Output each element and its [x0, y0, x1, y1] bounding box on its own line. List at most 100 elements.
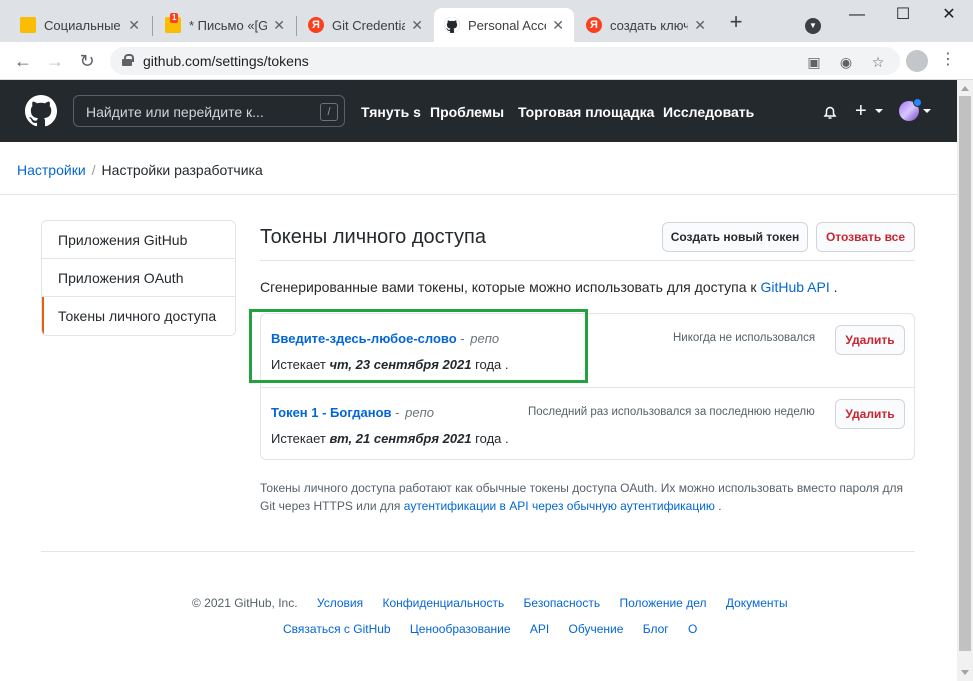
intro-end: . [833, 279, 838, 295]
nav-explore[interactable]: Исследовать [663, 104, 754, 120]
title-divider [260, 260, 915, 261]
profile-avatar-icon[interactable] [906, 50, 928, 72]
api-auth-link[interactable]: аутентификации в API через обычную аутен… [404, 499, 715, 513]
gmail-icon [20, 17, 36, 33]
status-dot-icon [913, 98, 922, 107]
intro-text: Сгенерированные вами токены, которые мож… [260, 279, 838, 295]
footer-links-row2: Связаться с GitHub Ценообразование API О… [283, 622, 713, 636]
delete-token-button[interactable]: Удалить [835, 325, 905, 355]
tab-separator [296, 16, 297, 36]
breadcrumb-separator: / [91, 162, 96, 178]
close-tab-icon[interactable]: ✕ [128, 17, 140, 34]
create-new-plus-icon[interactable]: + [855, 100, 867, 123]
tab-search-icon[interactable]: ▼ [805, 18, 821, 34]
footer-divider [41, 551, 915, 552]
lock-icon [122, 54, 134, 66]
tab-separator [152, 16, 153, 36]
footer-link-privacy[interactable]: Конфиденциальность [382, 596, 504, 610]
menu-item-github-apps[interactable]: Приложения GitHub [42, 221, 235, 259]
revoke-all-button[interactable]: Отозвать все [816, 222, 915, 252]
footer-link-training[interactable]: Обучение [569, 622, 624, 636]
footer-link-pricing[interactable]: Ценообразование [410, 622, 511, 636]
footer-link-security[interactable]: Безопасность [524, 596, 601, 610]
browser-toolbar: ← → ↻ github.com/settings/tokens ▣ ◉ ☆ ⋮ [0, 42, 973, 80]
token-name-link[interactable]: Токен 1 - Богданов [271, 405, 392, 420]
maximize-icon[interactable]: ☐ [888, 4, 918, 26]
footer-link-contact[interactable]: Связаться с GitHub [283, 622, 391, 636]
yandex-icon: Я [586, 17, 602, 33]
token-row: Токен 1 - Богданов - репо Истекает вт, 2… [261, 387, 914, 460]
token-last-used: Последний раз использовался за последнюю… [528, 406, 815, 418]
token-last-used: Никогда не использовался [673, 332, 816, 344]
generate-token-button[interactable]: Создать новый токен [662, 222, 808, 252]
page-scrollbar[interactable] [957, 80, 973, 681]
footer-link-docs[interactable]: Документы [726, 596, 788, 610]
token-name-line: Токен 1 - Богданов - репо [271, 405, 434, 420]
nav-marketplace[interactable]: Торговая площадка [518, 104, 654, 120]
minimize-icon[interactable]: — [842, 4, 872, 26]
browser-menu-icon[interactable]: ⋮ [940, 49, 956, 73]
copyright: © 2021 GitHub, Inc. [192, 596, 298, 610]
close-tab-icon[interactable]: ✕ [273, 17, 285, 34]
address-bar[interactable]: github.com/settings/tokens ▣ ◉ ☆ [110, 47, 900, 75]
token-scope: репо [405, 405, 434, 420]
browser-tab-active[interactable]: Personal Acce ✕ [434, 8, 574, 42]
highlight-annotation-box [249, 309, 588, 383]
browser-tab-strip: Социальные с ✕ 1 * Письмо «[Gi ✕ Я Git C… [0, 0, 973, 42]
breadcrumb: Настройки / Настройки разработчика [17, 162, 263, 178]
token-expiry: Истекает вт, 21 сентября 2021 года . [271, 431, 509, 446]
footer-link-api[interactable]: API [530, 622, 549, 636]
chevron-down-icon [923, 109, 931, 113]
tab-title: Социальные с [44, 17, 123, 33]
forward-arrow-icon[interactable]: → [43, 49, 67, 73]
footer-links-row1: © 2021 GitHub, Inc. Условия Конфиденциал… [192, 596, 804, 610]
new-tab-button[interactable]: + [725, 11, 747, 34]
close-tab-icon[interactable]: ✕ [694, 17, 706, 34]
tab-badge: 1 [170, 13, 179, 23]
notifications-bell-icon[interactable] [823, 104, 837, 120]
footer-link-blog[interactable]: Блог [643, 622, 669, 636]
note-end: . [718, 499, 722, 513]
bookmark-star-icon[interactable]: ☆ [869, 53, 887, 71]
eye-icon[interactable]: ◉ [837, 53, 855, 71]
expires-prefix: Истекает [271, 431, 326, 446]
browser-tab[interactable]: 1 * Письмо «[Gi ✕ [155, 8, 295, 42]
close-tab-icon[interactable]: ✕ [552, 17, 564, 34]
browser-tab[interactable]: Социальные с ✕ [10, 8, 150, 42]
github-api-link[interactable]: GitHub API [760, 279, 829, 295]
breadcrumb-bar: Настройки / Настройки разработчика [0, 142, 957, 195]
nav-pulls[interactable]: Тянуть s [361, 104, 421, 120]
scrollbar-thumb[interactable] [959, 96, 971, 651]
github-icon [444, 17, 460, 33]
developer-settings-menu: Приложения GitHub Приложения OAuth Токен… [41, 220, 236, 336]
github-search-input[interactable]: Найдите или перейдите к... / [73, 95, 345, 127]
close-tab-icon[interactable]: ✕ [411, 17, 423, 34]
tab-title: Personal Acce [468, 17, 547, 33]
menu-item-personal-tokens[interactable]: Токены личного доступа [42, 297, 235, 335]
search-shortcut-key: / [320, 103, 338, 121]
browser-tab[interactable]: Я Git Credential ✕ [298, 8, 433, 42]
window-close-icon[interactable]: ✕ [934, 4, 964, 26]
footer-link-status[interactable]: Положение дел [619, 596, 706, 610]
breadcrumb-settings-link[interactable]: Настройки [17, 162, 86, 178]
back-arrow-icon[interactable]: ← [11, 49, 35, 73]
address-url: github.com/settings/tokens [143, 53, 309, 69]
search-placeholder: Найдите или перейдите к... [86, 104, 264, 120]
delete-token-button[interactable]: Удалить [835, 399, 905, 429]
expires-suffix: года . [475, 431, 509, 446]
breadcrumb-current: Настройки разработчика [101, 162, 263, 178]
footer-link-terms[interactable]: Условия [317, 596, 363, 610]
scroll-down-icon[interactable] [961, 670, 969, 675]
menu-item-oauth-apps[interactable]: Приложения OAuth [42, 259, 235, 297]
expires-date: вт, 21 сентября 2021 [329, 431, 472, 446]
chevron-down-icon [875, 109, 883, 113]
github-logo-icon[interactable] [25, 95, 57, 127]
token-info-note: Токены личного доступа работают как обыч… [260, 479, 915, 515]
footer-link-about[interactable]: О [688, 622, 697, 636]
nav-issues[interactable]: Проблемы [430, 104, 504, 120]
scroll-up-icon[interactable] [961, 86, 969, 91]
translate-icon[interactable]: ▣ [805, 53, 823, 71]
page-title: Токены личного доступа [260, 226, 486, 248]
browser-tab[interactable]: Я создать ключ ✕ [576, 8, 716, 42]
reload-icon[interactable]: ↻ [75, 49, 99, 73]
